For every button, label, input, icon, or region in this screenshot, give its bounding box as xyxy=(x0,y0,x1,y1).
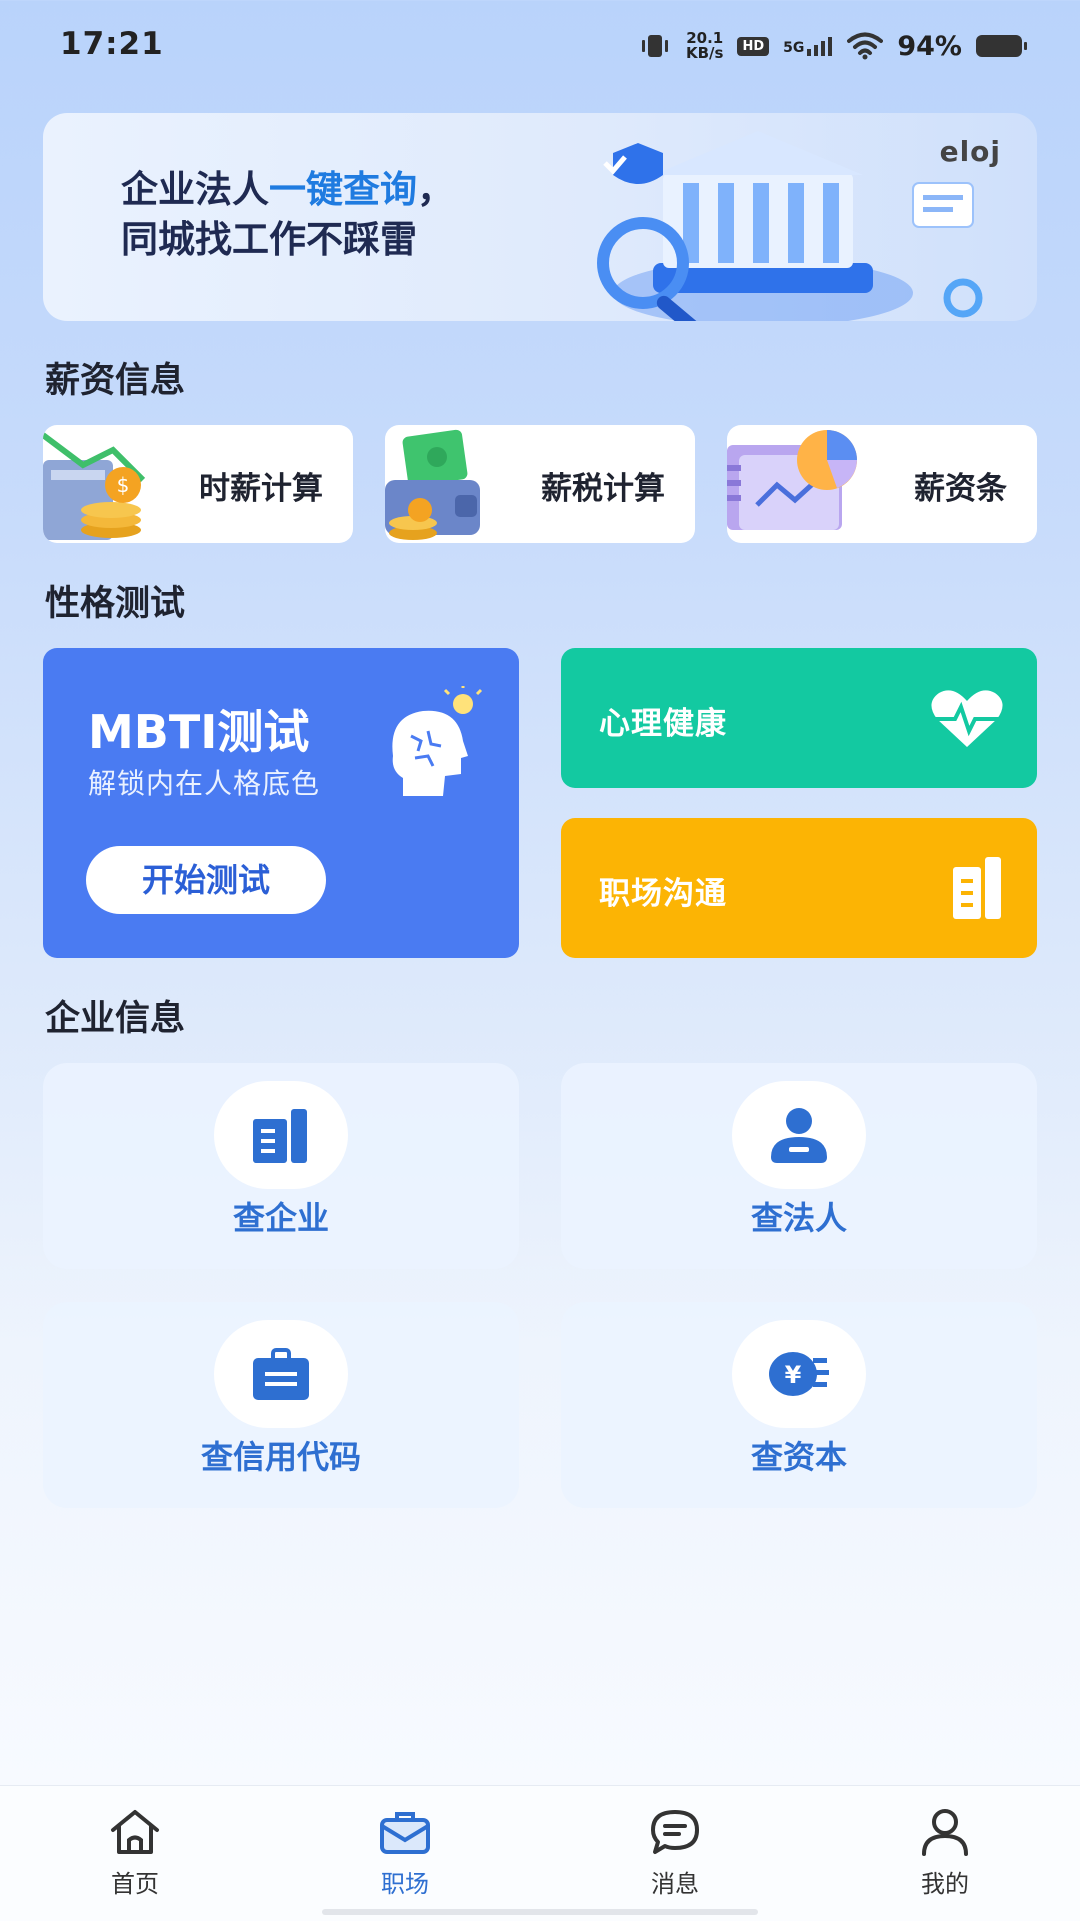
banner-title: 企业法人一键查询， 同城找工作不踩雷 xyxy=(121,165,454,265)
office-building-icon xyxy=(953,857,1001,919)
wifi-icon xyxy=(847,32,884,60)
salary-tax-icon xyxy=(385,429,480,540)
hourly-wage-icon: $ xyxy=(43,432,146,540)
status-bar: 17:21 20.1 KB/s HD 5G 94% xyxy=(0,0,1080,90)
banner-line1-suffix: ， xyxy=(417,168,454,211)
start-test-button[interactable]: 开始测试 xyxy=(86,846,326,914)
bank-building-illustration xyxy=(597,131,983,321)
banner-line1-highlight: 一键查询 xyxy=(269,168,417,211)
enterprise-section-title: 企业信息 xyxy=(45,999,186,1039)
icon-circle xyxy=(214,1320,348,1428)
hourly-wage-label: 时薪计算 xyxy=(199,471,323,507)
tab-profile-label: 我的 xyxy=(921,1870,969,1898)
workplace-communication-label: 职场沟通 xyxy=(599,876,727,912)
search-legal-person-card[interactable]: 查法人 xyxy=(561,1063,1037,1269)
tab-messages-label: 消息 xyxy=(651,1870,699,1898)
status-time: 17:21 xyxy=(60,26,164,62)
status-icons: 20.1 KB/s HD 5G 94% xyxy=(638,26,1027,66)
mental-health-card[interactable]: 心理健康 xyxy=(561,648,1037,788)
payslip-icon xyxy=(727,430,857,530)
banner-line2: 同城找工作不踩雷 xyxy=(121,218,417,261)
salary-tax-label: 薪税计算 xyxy=(541,471,665,507)
workplace-communication-card[interactable]: 职场沟通 xyxy=(561,818,1037,958)
search-enterprise-label: 查企业 xyxy=(232,1199,329,1237)
home-icon xyxy=(111,1810,159,1854)
id-card-icon xyxy=(253,1348,309,1400)
message-icon xyxy=(651,1810,699,1854)
icon-circle xyxy=(214,1081,348,1189)
tab-workplace-label: 职场 xyxy=(381,1870,429,1898)
payslip-card[interactable]: 薪资条 xyxy=(727,425,1037,543)
building-icon xyxy=(253,1109,307,1163)
profile-icon xyxy=(922,1809,968,1856)
banner-line1-prefix: 企业法人 xyxy=(121,168,269,211)
briefcase-icon xyxy=(380,1812,430,1854)
svg-text:¥: ¥ xyxy=(785,1361,802,1389)
mbti-title: MBTI测试 xyxy=(88,705,310,759)
brain-head-icon xyxy=(392,686,483,796)
personality-section-title: 性格测试 xyxy=(45,584,186,624)
vibrate-icon xyxy=(641,35,668,57)
svg-text:$: $ xyxy=(117,473,130,497)
network-speed-unit: KB/s xyxy=(685,44,724,62)
person-icon xyxy=(771,1108,827,1163)
search-credit-code-label: 查信用代码 xyxy=(200,1438,361,1476)
mental-health-label: 心理健康 xyxy=(599,706,727,742)
search-capital-label: 查资本 xyxy=(750,1438,847,1476)
yuan-coin-icon: ¥ xyxy=(769,1352,829,1396)
bottom-tab-bar: 首页 职场 消息 我的 xyxy=(0,1785,1080,1921)
heart-pulse-icon xyxy=(927,690,1007,747)
battery-percent: 94% xyxy=(897,30,962,62)
tab-home-label: 首页 xyxy=(111,1870,159,1898)
home-indicator xyxy=(322,1909,758,1915)
cell-signal-icon: 5G xyxy=(783,36,833,56)
tab-profile[interactable]: 我的 xyxy=(810,1786,1080,1921)
mbti-test-card[interactable]: MBTI测试 解锁内在人格底色 开始测试 xyxy=(43,648,519,958)
mbti-subtitle: 解锁内在人格底色 xyxy=(88,767,321,800)
search-capital-card[interactable]: ¥ 查资本 xyxy=(561,1302,1037,1508)
network-type: 5G xyxy=(783,40,805,56)
payslip-label: 薪资条 xyxy=(914,471,1007,507)
hd-badge: HD xyxy=(737,36,770,56)
icon-circle xyxy=(732,1081,866,1189)
tab-workplace[interactable]: 职场 xyxy=(270,1786,540,1921)
salary-tax-card[interactable]: 薪税计算 xyxy=(385,425,695,543)
search-credit-code-card[interactable]: 查信用代码 xyxy=(43,1302,519,1508)
search-legal-person-label: 查法人 xyxy=(750,1199,847,1237)
network-speed: 20.1 KB/s xyxy=(686,31,723,61)
tab-home[interactable]: 首页 xyxy=(0,1786,270,1921)
tab-messages[interactable]: 消息 xyxy=(540,1786,810,1921)
salary-section-title: 薪资信息 xyxy=(45,361,186,401)
search-enterprise-card[interactable]: 查企业 xyxy=(43,1063,519,1269)
promo-banner[interactable]: 企业法人一键查询， 同城找工作不踩雷 eloj xyxy=(43,113,1037,321)
battery-icon xyxy=(976,35,1027,57)
icon-circle: ¥ xyxy=(732,1320,866,1428)
hourly-wage-card[interactable]: $ 时薪计算 xyxy=(43,425,353,543)
